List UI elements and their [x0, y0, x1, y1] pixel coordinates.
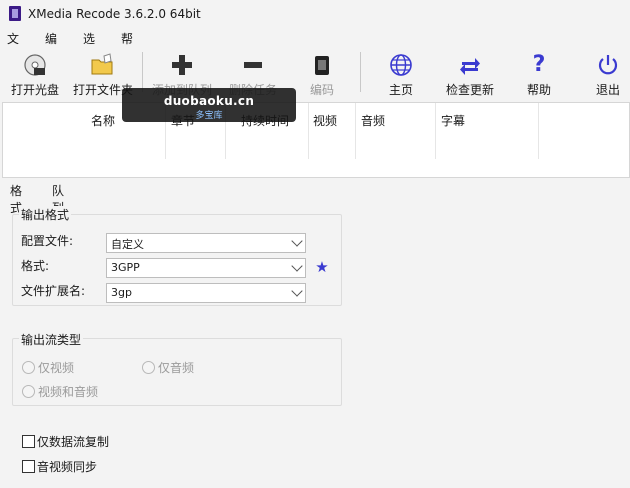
globe-icon	[388, 52, 414, 78]
favorite-star-icon[interactable]: ★	[313, 258, 331, 276]
profile-label: 配置文件:	[21, 234, 74, 248]
watermark-overlay: duobaoku.cn 多宝库	[122, 88, 296, 122]
window-title: XMedia Recode 3.6.2.0 64bit	[28, 7, 201, 21]
column-header-video[interactable]: 视频	[313, 112, 337, 129]
column-header-subtitle[interactable]: 字幕	[441, 112, 465, 129]
refresh-icon	[457, 52, 483, 78]
column-divider	[538, 103, 539, 159]
folder-icon	[90, 52, 116, 78]
home-button[interactable]: 主页	[372, 50, 430, 98]
chevron-down-icon	[291, 260, 303, 272]
minus-icon	[240, 52, 266, 78]
av-sync-checkbox[interactable]: 音视频同步	[22, 458, 142, 474]
toolbar-separator	[360, 52, 361, 92]
extension-select[interactable]: 3gp	[106, 283, 306, 303]
question-icon: ?	[532, 52, 546, 77]
format-select[interactable]: 3GPP	[106, 258, 306, 278]
title-bar: XMedia Recode 3.6.2.0 64bit	[0, 0, 630, 28]
plus-icon	[169, 52, 195, 78]
exit-button[interactable]: 退出	[586, 50, 630, 98]
toolbar: 打开光盘 打开文件夹 添加到队列 删除任务 编码 主页 检查更新	[0, 48, 630, 100]
output-format-title: 输出格式	[19, 206, 72, 223]
stream-type-title: 输出流类型	[19, 331, 84, 348]
chevron-down-icon	[291, 285, 303, 297]
check-update-button[interactable]: 检查更新	[440, 50, 500, 98]
film-icon	[309, 52, 335, 78]
format-label: 格式:	[21, 259, 50, 273]
app-icon	[9, 6, 21, 21]
disc-icon	[22, 52, 48, 78]
audio-only-radio[interactable]: 仅音频	[142, 359, 232, 375]
open-disc-button[interactable]: 打开光盘	[6, 50, 64, 98]
watermark-subtitle: 多宝库	[195, 111, 223, 121]
power-icon	[595, 52, 621, 78]
chevron-down-icon	[291, 235, 303, 247]
extension-label: 文件扩展名:	[21, 284, 86, 298]
video-audio-radio[interactable]: 视频和音频	[22, 383, 132, 399]
column-header-audio[interactable]: 音频	[361, 112, 385, 129]
watermark-domain: duobaoku.cn	[163, 94, 255, 108]
help-button[interactable]: ? 帮助	[514, 50, 564, 98]
video-only-radio[interactable]: 仅视频	[22, 359, 112, 375]
profile-select[interactable]: 自定义	[106, 233, 306, 253]
column-header-name[interactable]: 名称	[91, 112, 115, 129]
toolbar-separator	[142, 52, 143, 92]
stream-copy-checkbox[interactable]: 仅数据流复制	[22, 433, 142, 449]
file-list[interactable]: 名称 章节 持续时间 视频 音频 字幕	[2, 102, 630, 178]
encode-button[interactable]: 编码	[292, 50, 352, 98]
column-divider	[355, 103, 356, 159]
column-divider	[435, 103, 436, 159]
column-divider	[308, 103, 309, 159]
